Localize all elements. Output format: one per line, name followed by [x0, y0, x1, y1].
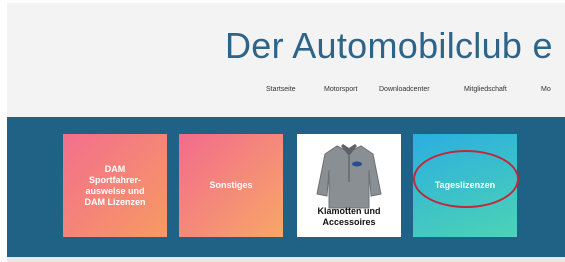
tile-label: Sonstiges	[209, 180, 253, 190]
page: Der Automobilclub e Startseite Motorspor…	[7, 3, 565, 262]
tile-klamotten-accessoires[interactable]: Klamotten und Accessoires	[297, 134, 401, 237]
nav-item-startseite[interactable]: Startseite	[266, 86, 296, 93]
site-title: Der Automobilclub e	[225, 25, 553, 66]
nav-item-more[interactable]: Mo	[541, 86, 551, 93]
nav-item-mitgliedschaft[interactable]: Mitgliedschaft	[464, 86, 507, 93]
main-nav: Startseite Motorsport Downloadcenter Mit…	[7, 86, 565, 98]
tile-label: Klamotten und Accessoires	[317, 206, 381, 227]
tile-label: DAM Sportfahrer- ausweise und DAM Lizenz…	[84, 163, 146, 207]
bottom-strip	[7, 257, 565, 262]
tile-sonstiges[interactable]: Sonstiges	[179, 134, 283, 237]
nav-item-downloadcenter[interactable]: Downloadcenter	[379, 86, 430, 93]
jacket-image	[316, 144, 382, 209]
nav-item-motorsport[interactable]: Motorsport	[324, 86, 357, 93]
highlight-circle-annotation	[413, 150, 519, 208]
tile-sportfahrerausweise[interactable]: DAM Sportfahrer- ausweise und DAM Lizenz…	[63, 134, 167, 237]
